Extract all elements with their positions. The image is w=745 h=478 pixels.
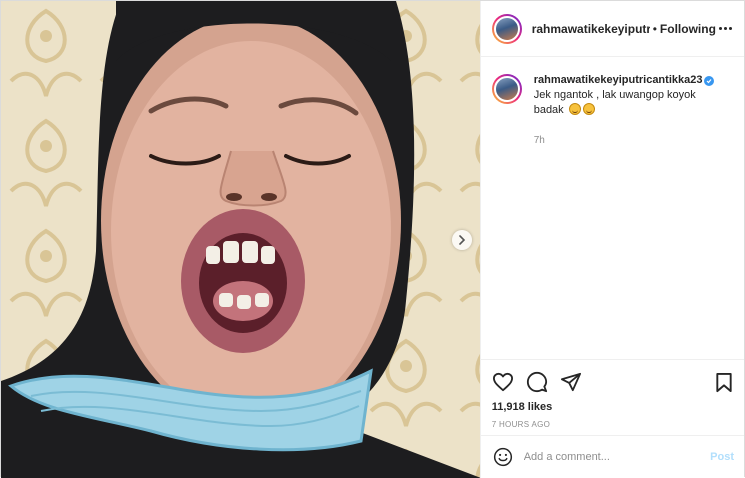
caption-text-content: Jek ngantok , lak uwangop koyok badak xyxy=(533,89,696,116)
heart-icon xyxy=(492,372,513,392)
comment-input[interactable] xyxy=(523,451,711,463)
caption-avatar[interactable] xyxy=(491,74,522,104)
caption-comment: rahmawatikekeyiputricantikka23 Jek ngant… xyxy=(481,57,744,148)
share-icon xyxy=(560,372,581,392)
grinning-sweat-emoji-icon xyxy=(582,103,595,115)
following-button[interactable]: Following xyxy=(660,22,716,36)
likes-count[interactable]: 11,918 likes xyxy=(492,401,734,413)
action-icons xyxy=(492,369,734,395)
more-icon xyxy=(719,27,722,30)
save-button[interactable] xyxy=(714,372,734,393)
more-icon-dot xyxy=(724,27,727,30)
avatar-image xyxy=(493,15,520,42)
post-photo[interactable] xyxy=(1,1,480,478)
grinning-emoji-icon xyxy=(568,103,581,115)
more-icon-dot xyxy=(729,27,732,30)
instagram-post: rahmawatikekeyiputric • Following rahmaw… xyxy=(0,0,745,478)
author-avatar[interactable] xyxy=(491,13,522,44)
avatar-image xyxy=(493,76,520,102)
comment-icon xyxy=(526,371,547,393)
post-comment-button[interactable]: Post xyxy=(710,451,734,463)
bookmark-icon xyxy=(716,372,732,392)
photo-illustration xyxy=(1,1,480,478)
verified-badge-icon xyxy=(704,76,715,86)
post-header: rahmawatikekeyiputric • Following xyxy=(480,1,744,57)
chevron-right-icon xyxy=(459,235,466,245)
post-actions: 11,918 likes 7 HOURS AGO xyxy=(480,359,744,429)
share-button[interactable] xyxy=(560,372,582,392)
post-sidebar: rahmawatikekeyiputric • Following rahmaw… xyxy=(479,1,744,478)
author-username[interactable]: rahmawatikekeyiputric xyxy=(532,22,650,36)
comment-button[interactable] xyxy=(526,371,548,393)
post-age[interactable]: 7 HOURS AGO xyxy=(492,420,734,429)
like-button[interactable] xyxy=(492,372,514,392)
header-separator: • xyxy=(652,21,657,36)
caption-body: rahmawatikekeyiputricantikka23 Jek ngant… xyxy=(534,73,715,148)
caption-username[interactable]: rahmawatikekeyiputricantikka23 xyxy=(534,74,703,86)
caption-timestamp[interactable]: 7h xyxy=(534,133,715,148)
add-comment-bar: Post xyxy=(480,435,744,478)
next-photo-button[interactable] xyxy=(452,230,472,250)
smiley-icon[interactable] xyxy=(493,447,513,467)
more-options-button[interactable] xyxy=(717,23,734,34)
caption-text: Jek ngantok , lak uwangop koyok badak xyxy=(534,88,709,118)
